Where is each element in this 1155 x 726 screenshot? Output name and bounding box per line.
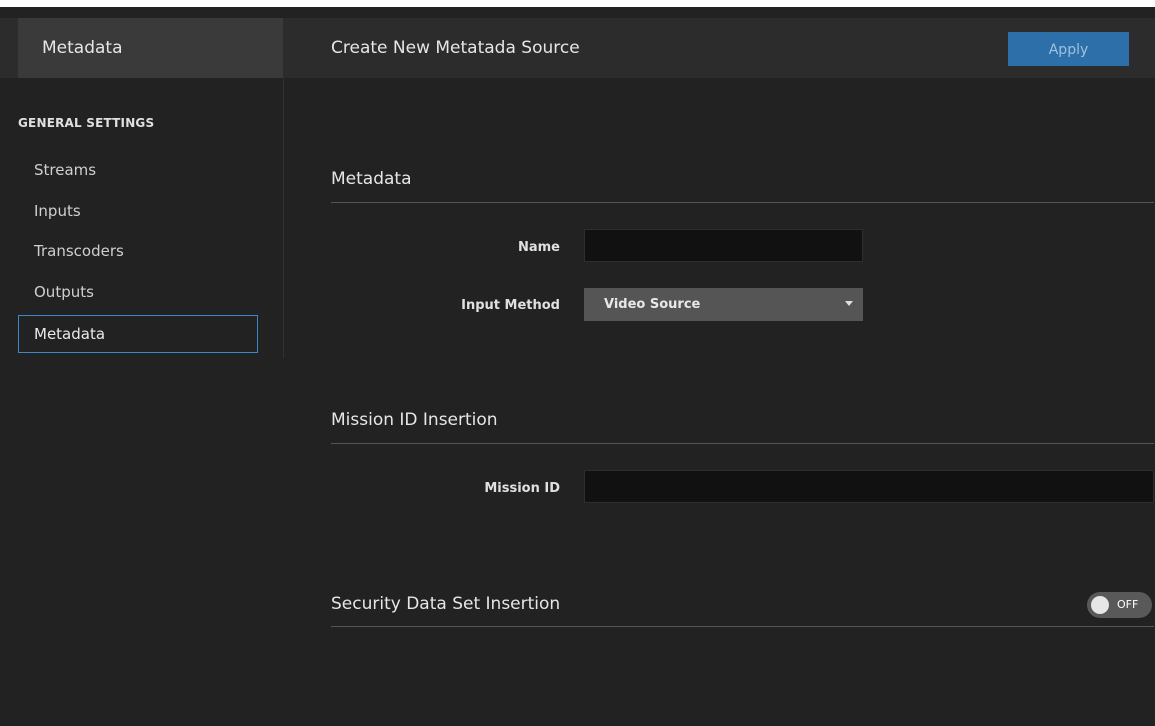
sidebar-item-transcoders[interactable]: Transcoders xyxy=(18,232,258,270)
app-window: Metadata Create New Metatada Source Appl… xyxy=(0,7,1155,726)
sidebar-header: Metadata xyxy=(18,18,283,78)
sidebar-item-streams[interactable]: Streams xyxy=(18,151,258,189)
sidebar: GENERAL SETTINGS Streams Inputs Transcod… xyxy=(0,78,284,358)
apply-button[interactable]: Apply xyxy=(1008,32,1129,66)
input-method-label: Input Method xyxy=(461,298,560,313)
sidebar-title: Metadata xyxy=(42,38,123,58)
chevron-down-icon xyxy=(845,301,853,306)
input-method-select[interactable]: Video Source xyxy=(584,288,863,321)
security-insertion-toggle[interactable]: OFF xyxy=(1087,592,1152,618)
mission-id-input[interactable] xyxy=(584,470,1154,503)
top-bar: Metadata Create New Metatada Source Appl… xyxy=(0,18,1155,78)
name-label: Name xyxy=(517,240,560,255)
page-title: Create New Metatada Source xyxy=(331,38,580,58)
name-input[interactable] xyxy=(584,229,863,262)
sidebar-item-outputs[interactable]: Outputs xyxy=(18,273,258,311)
mission-id-label: Mission ID xyxy=(484,481,560,496)
security-section-divider xyxy=(331,626,1154,627)
mission-section-title: Mission ID Insertion xyxy=(331,410,498,430)
sidebar-item-inputs[interactable]: Inputs xyxy=(18,192,258,230)
toggle-state-label: OFF xyxy=(1117,598,1139,611)
metadata-section-title: Metadata xyxy=(331,169,412,189)
main-content: Metadata Name Input Method Video Source … xyxy=(331,78,1155,726)
metadata-section-divider xyxy=(331,202,1154,203)
input-method-value: Video Source xyxy=(604,297,701,312)
security-section-title: Security Data Set Insertion xyxy=(331,594,561,614)
toggle-knob xyxy=(1091,596,1109,614)
sidebar-item-metadata[interactable]: Metadata xyxy=(18,315,258,353)
mission-section-divider xyxy=(331,443,1154,444)
sidebar-section-header: GENERAL SETTINGS xyxy=(18,116,155,130)
